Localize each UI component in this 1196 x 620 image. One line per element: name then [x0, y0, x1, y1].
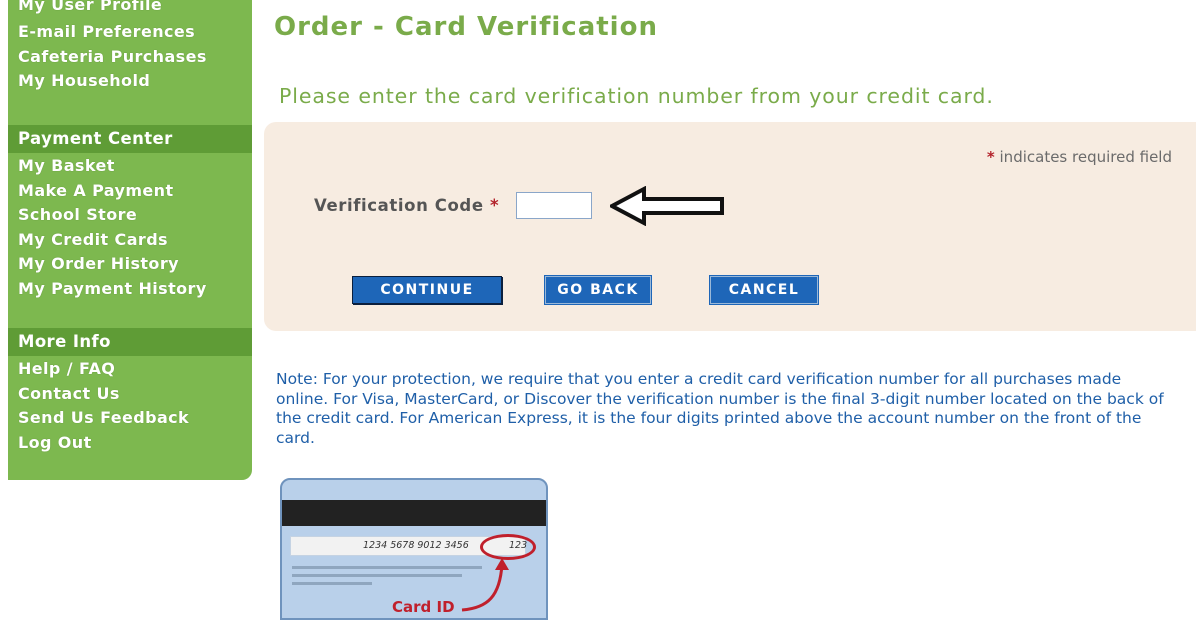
- required-field-note: * indicates required field: [987, 148, 1172, 166]
- sidebar-item-send-us-feedback[interactable]: Send Us Feedback: [8, 406, 252, 431]
- card-id-label: Card ID: [392, 598, 455, 616]
- sidebar-item-help-faq[interactable]: Help / FAQ: [8, 357, 252, 382]
- required-note-text: indicates required field: [999, 148, 1172, 166]
- sidebar-item-my-credit-cards[interactable]: My Credit Cards: [8, 228, 252, 253]
- verification-form-panel: * indicates required field Verification …: [264, 122, 1196, 331]
- sidebar-item-contact-us[interactable]: Contact Us: [8, 382, 252, 407]
- sidebar-header-payment-center: Payment Center: [8, 125, 252, 153]
- account-menu: My User Profile E-mail Preferences Cafet…: [8, 0, 252, 94]
- card-fine-print: [292, 582, 372, 585]
- card-number-text: 1234 5678 9012 3456: [363, 540, 469, 551]
- sidebar-item-my-user-profile[interactable]: My User Profile: [8, 0, 252, 22]
- card-fine-print: [292, 574, 462, 577]
- verification-code-label-text: Verification Code: [314, 196, 484, 215]
- verification-note: Note: For your protection, we require th…: [276, 370, 1164, 447]
- info-menu: Help / FAQ Contact Us Send Us Feedback L…: [8, 357, 252, 455]
- card-fine-print: [292, 566, 482, 569]
- required-asterisk-icon: *: [489, 196, 500, 215]
- magnetic-stripe: [282, 500, 546, 526]
- sidebar-item-my-order-history[interactable]: My Order History: [8, 252, 252, 277]
- page-title: Order - Card Verification: [274, 12, 658, 42]
- required-asterisk-icon: *: [986, 148, 995, 166]
- verification-code-label: Verification Code *: [314, 196, 499, 215]
- left-arrow-icon: [610, 186, 724, 226]
- sidebar-item-email-preferences[interactable]: E-mail Preferences: [8, 20, 252, 45]
- instruction-text: Please enter the card verification numbe…: [279, 84, 994, 108]
- sidebar-item-my-household[interactable]: My Household: [8, 69, 252, 94]
- continue-button[interactable]: CONTINUE: [352, 276, 502, 304]
- sidebar: My User Profile E-mail Preferences Cafet…: [8, 0, 252, 480]
- sidebar-header-more-info: More Info: [8, 328, 252, 356]
- card-back-illustration: 1234 5678 9012 3456 123 Card ID: [280, 478, 548, 620]
- sidebar-item-make-a-payment[interactable]: Make A Payment: [8, 179, 252, 204]
- sidebar-item-school-store[interactable]: School Store: [8, 203, 252, 228]
- verification-code-input[interactable]: [516, 192, 592, 219]
- payment-menu: My Basket Make A Payment School Store My…: [8, 154, 252, 301]
- sidebar-item-log-out[interactable]: Log Out: [8, 431, 252, 456]
- sidebar-item-my-payment-history[interactable]: My Payment History: [8, 277, 252, 302]
- sidebar-item-my-basket[interactable]: My Basket: [8, 154, 252, 179]
- curved-arrow-icon: [461, 558, 509, 612]
- go-back-button[interactable]: GO BACK: [545, 276, 651, 304]
- sidebar-item-cafeteria-purchases[interactable]: Cafeteria Purchases: [8, 45, 252, 70]
- cancel-button[interactable]: CANCEL: [710, 276, 818, 304]
